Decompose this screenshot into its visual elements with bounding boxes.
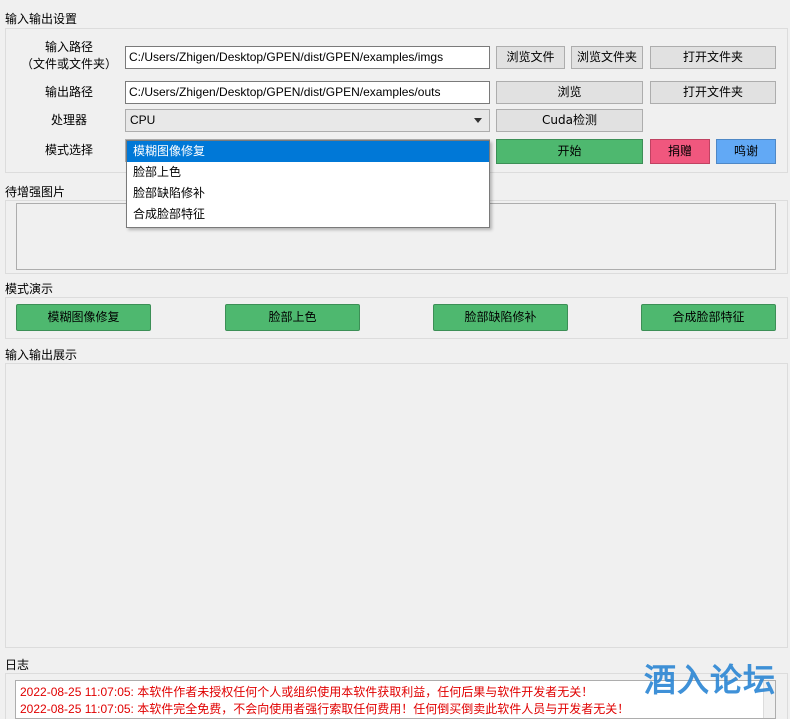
cuda-check-button[interactable]: Cuda检测	[496, 109, 643, 132]
demo-blur-repair-button[interactable]: 模糊图像修复	[16, 304, 151, 331]
output-path-field[interactable]: C:/Users/Zhigen/Desktop/GPEN/dist/GPEN/e…	[125, 81, 490, 104]
input-path-field[interactable]: C:/Users/Zhigen/Desktop/GPEN/dist/GPEN/e…	[125, 46, 490, 69]
donate-button[interactable]: 捐赠	[650, 139, 710, 164]
to-enhance-title: 待增强图片	[5, 185, 66, 199]
mode-dropdown-list: 模糊图像修复 脸部上色 脸部缺陷修补 合成脸部特征	[126, 140, 490, 228]
mode-option-face-synthesis[interactable]: 合成脸部特征	[127, 204, 489, 225]
mode-option-face-inpaint[interactable]: 脸部缺陷修补	[127, 183, 489, 204]
io-display-panel	[5, 363, 788, 648]
processor-select-value: CPU	[130, 113, 156, 127]
demo-face-inpaint-button[interactable]: 脸部缺陷修补	[433, 304, 568, 331]
mode-label: 模式选择	[44, 143, 93, 157]
browse-file-button[interactable]: 浏览文件	[496, 46, 565, 69]
demo-face-synthesis-button[interactable]: 合成脸部特征	[641, 304, 776, 331]
browse-folder-button[interactable]: 浏览文件夹	[571, 46, 643, 69]
processor-select[interactable]: CPU	[125, 109, 490, 132]
browse-output-button[interactable]: 浏览	[496, 81, 643, 104]
io-display-title: 输入输出展示	[5, 348, 78, 362]
open-input-folder-button[interactable]: 打开文件夹	[650, 46, 776, 69]
thanks-button[interactable]: 鸣谢	[716, 139, 776, 164]
mode-option-face-colorize[interactable]: 脸部上色	[127, 162, 489, 183]
input-path-label-line2: （文件或文件夹）	[20, 57, 117, 71]
input-path-label: 输入路径 （文件或文件夹）	[17, 39, 121, 73]
output-path-label: 输出路径	[44, 85, 93, 99]
start-button[interactable]: 开始	[496, 139, 643, 164]
chevron-down-icon	[474, 118, 482, 123]
demo-title: 模式演示	[5, 282, 54, 296]
open-output-folder-button[interactable]: 打开文件夹	[650, 81, 776, 104]
log-line: 2022-08-25 11:07:05: 本软件完全免费，不会向使用者强行索取任…	[20, 702, 630, 716]
demo-face-colorize-button[interactable]: 脸部上色	[225, 304, 360, 331]
log-title: 日志	[5, 658, 30, 672]
processor-label: 处理器	[50, 113, 87, 127]
io-settings-title: 输入输出设置	[5, 12, 78, 26]
watermark-logo: 酒入论坛	[643, 661, 776, 699]
input-path-label-line1: 输入路径	[44, 40, 93, 54]
mode-option-blur-repair[interactable]: 模糊图像修复	[127, 141, 489, 162]
